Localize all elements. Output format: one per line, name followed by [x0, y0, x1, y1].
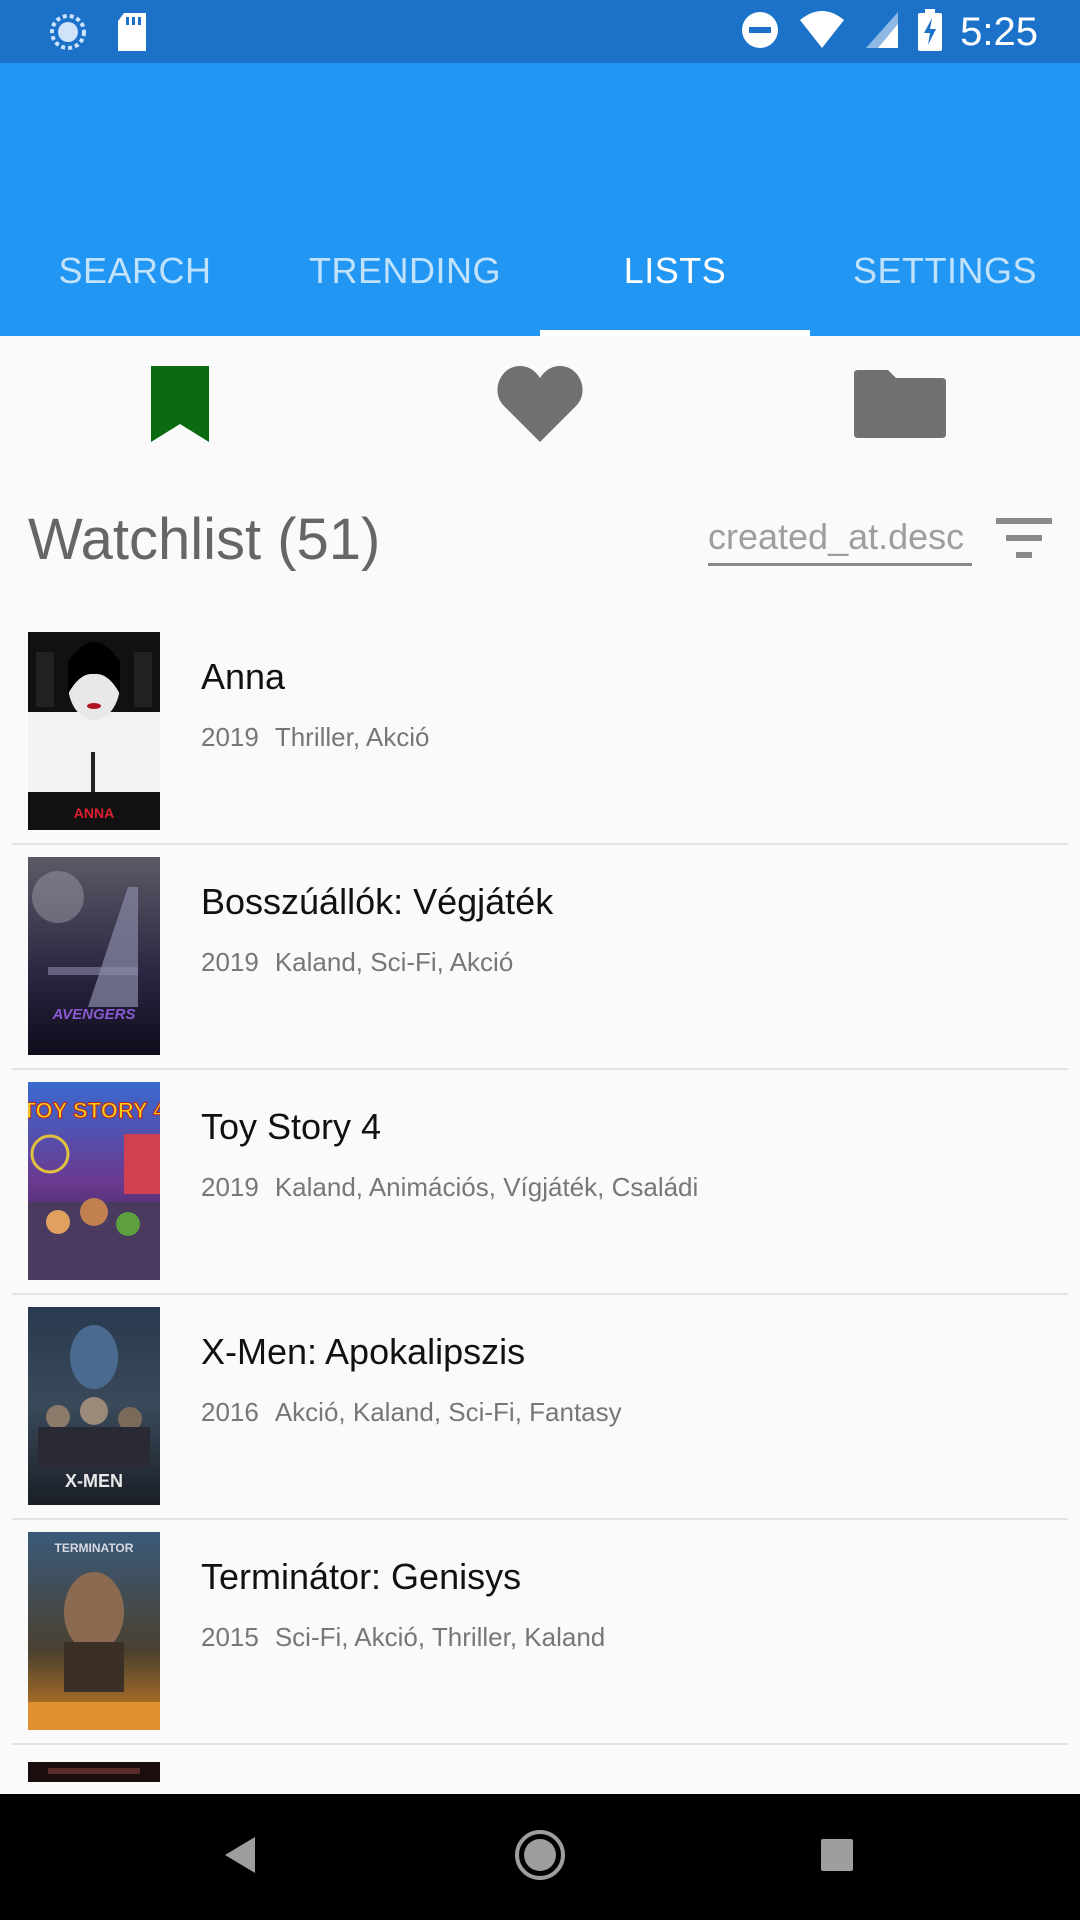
movie-title: Terminátor: Genisys [201, 1556, 522, 1597]
favorites-button[interactable] [360, 336, 720, 476]
movie-genres: Sci-Fi, Akció, Thriller, Kaland [274, 1622, 606, 1652]
tab-settings[interactable]: SETTINGS [810, 206, 1080, 336]
movie-year: 2019 [201, 1172, 259, 1202]
list-item[interactable]: TERMINATOR Terminátor: Genisys 2015 Sci-F… [12, 1520, 1068, 1745]
poster-image: ANNA [28, 632, 160, 830]
movie-meta: 2019 Kaland, Animációs, Vígjáték, Családi [201, 1172, 698, 1203]
movie-title: Anna [201, 656, 286, 697]
sync-icon [48, 12, 88, 57]
movie-genres: Akció, Kaland, Sci-Fi, Fantasy [274, 1397, 622, 1427]
home-icon [514, 1829, 566, 1886]
movie-title: Bosszúállók: Végjáték [201, 881, 554, 922]
movie-year: 2015 [201, 1622, 259, 1652]
bookmark-icon [149, 364, 211, 449]
poster-image: X-MEN [28, 1307, 160, 1505]
movie-genres: Thriller, Akció [274, 722, 430, 752]
movie-title: X-Men: Apokalipszis [201, 1331, 526, 1372]
tab-search[interactable]: SEARCH [0, 206, 270, 336]
battery-charging-icon [918, 8, 943, 56]
partial-poster-image [28, 1762, 160, 1782]
movie-year: 2019 [201, 947, 259, 977]
home-button[interactable] [507, 1824, 573, 1890]
signal-icon [864, 10, 900, 55]
tab-bar: SEARCH TRENDING LISTS SETTINGS [0, 206, 1080, 336]
sd-card-icon [116, 13, 148, 56]
movie-year: 2016 [201, 1397, 259, 1427]
status-time: 5:25 [960, 10, 1038, 54]
poster-title-text: X-MEN [65, 1471, 123, 1491]
poster-title-text: ANNA [74, 805, 114, 821]
list-header: Watchlist (51) created_at.desc [0, 476, 1080, 606]
filter-icon[interactable] [994, 516, 1054, 565]
watchlist-button[interactable] [0, 336, 360, 476]
back-icon [223, 1835, 259, 1880]
poster-title-text: TOY STORY 4 [28, 1098, 160, 1123]
heart-icon [496, 364, 584, 449]
movie-year: 2019 [201, 722, 259, 752]
poster-title-text: TERMINATOR [55, 1541, 134, 1555]
page-title: Watchlist (51) [28, 507, 381, 572]
custom-lists-button[interactable] [720, 336, 1080, 476]
tab-trending[interactable]: TRENDING [270, 206, 540, 336]
list-type-selector [0, 336, 1080, 476]
folder-icon [854, 369, 946, 443]
system-nav-bar [0, 1794, 1080, 1920]
movie-genres: Kaland, Animációs, Vígjáték, Családi [274, 1172, 699, 1202]
do-not-disturb-icon [740, 10, 780, 55]
movie-meta: 2019 Thriller, Akció [201, 722, 429, 753]
tab-lists[interactable]: LISTS [540, 206, 810, 336]
list-item[interactable]: TOY STORY 4 Toy Story 4 2019 Kaland, Anim… [12, 1070, 1068, 1295]
movie-genres: Kaland, Sci-Fi, Akció [274, 947, 514, 977]
poster-image: AVENGERS [28, 857, 160, 1055]
recents-button[interactable] [804, 1824, 870, 1890]
list-item[interactable]: AVENGERS Bosszúállók: Végjáték 2019 Kalan… [12, 845, 1068, 1070]
movie-meta: 2016 Akció, Kaland, Sci-Fi, Fantasy [201, 1397, 622, 1428]
wifi-icon [798, 10, 846, 55]
back-button[interactable] [208, 1824, 274, 1890]
svg-text:AVENGERS: AVENGERS [51, 1006, 135, 1023]
recents-icon [819, 1837, 855, 1878]
list-item[interactable]: X-MEN X-Men: Apokalipszis 2016 Akció, Kal… [12, 1295, 1068, 1520]
poster-image: TERMINATOR [28, 1532, 160, 1730]
status-bar: 5:25 [0, 0, 1080, 63]
list-item[interactable]: ANNA Anna 2019 Thriller, Akció [12, 620, 1068, 845]
movie-title: Toy Story 4 [201, 1106, 382, 1147]
sort-select[interactable]: created_at.desc [708, 516, 972, 566]
movie-list: ANNA Anna 2019 Thriller, Akció AVENGERS B… [0, 620, 1080, 1745]
poster-image: TOY STORY 4 [28, 1082, 160, 1280]
movie-meta: 2015 Sci-Fi, Akció, Thriller, Kaland [201, 1622, 605, 1653]
movie-meta: 2019 Kaland, Sci-Fi, Akció [201, 947, 513, 978]
app-bar: SEARCH TRENDING LISTS SETTINGS [0, 63, 1080, 336]
